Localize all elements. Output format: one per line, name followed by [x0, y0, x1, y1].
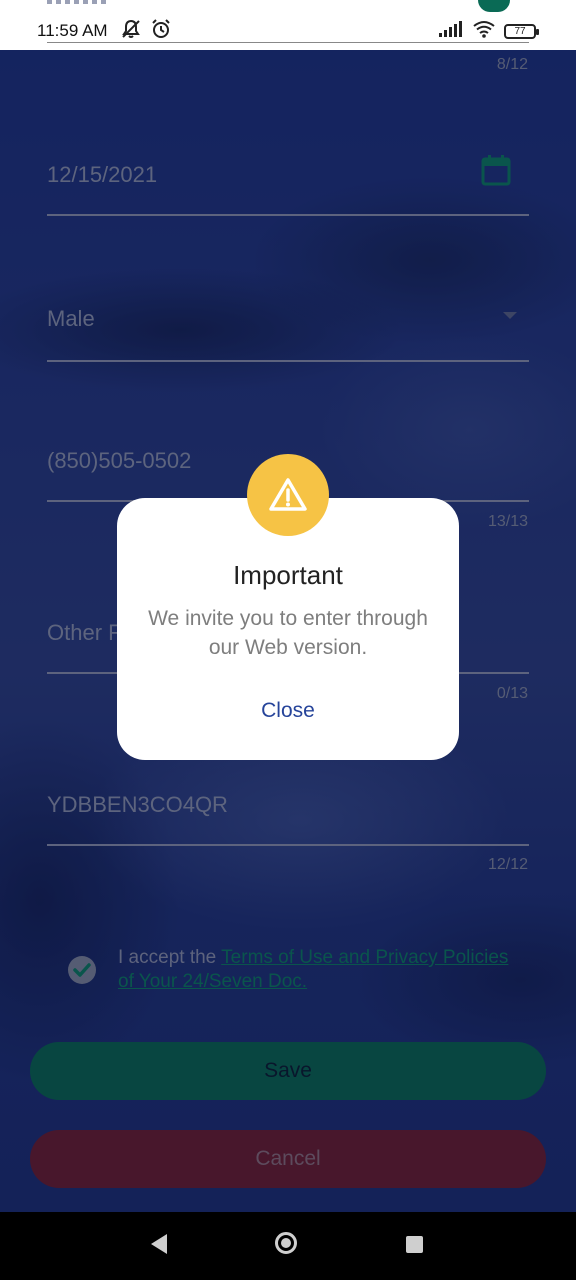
wifi-icon [472, 20, 496, 43]
recents-icon[interactable] [406, 1236, 423, 1253]
password-field-underline [47, 42, 529, 43]
navigation-bar [0, 1212, 576, 1280]
status-icons-right: 77 [438, 20, 539, 43]
dialog-title: Important [233, 560, 343, 590]
important-dialog: Important We invite you to enter through… [117, 454, 459, 760]
battery-icon: 77 [504, 23, 539, 39]
status-icons-left [120, 18, 172, 45]
back-icon[interactable] [151, 1234, 167, 1254]
signal-icon [438, 20, 464, 43]
warning-icon-badge [247, 454, 329, 536]
alarm-icon [150, 18, 172, 45]
home-icon[interactable] [275, 1232, 297, 1254]
password-dots-peek [47, 0, 109, 4]
dialog-message: We invite you to enter through our Web v… [148, 607, 428, 659]
status-time: 11:59 AM [37, 21, 108, 40]
warning-icon [269, 478, 307, 511]
close-button[interactable]: Close [228, 694, 348, 728]
mute-icon [120, 18, 142, 45]
